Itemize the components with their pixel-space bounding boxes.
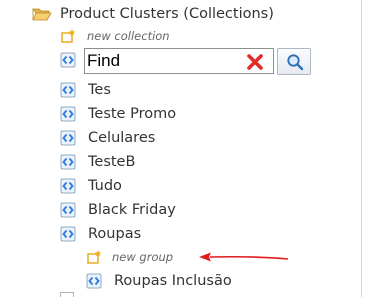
collection-label: Tudo	[88, 178, 122, 194]
collection-item[interactable]: Tudo	[60, 176, 122, 196]
node-icon	[60, 154, 76, 170]
new-item-icon	[60, 28, 76, 44]
collection-item[interactable]: Celulares	[60, 128, 155, 148]
tree-root-item[interactable]: Product Clusters (Collections)	[32, 4, 274, 24]
group-item[interactable]: Roupas Inclusão	[86, 271, 232, 291]
node-icon	[60, 52, 76, 68]
group-item-label: Roupas Inclusão	[114, 273, 232, 289]
collections-tree-panel: Product Clusters (Collections) new colle…	[0, 0, 366, 297]
search-input[interactable]	[87, 51, 237, 71]
collection-item[interactable]: Tes	[60, 80, 111, 100]
collection-label: Tes	[88, 82, 111, 98]
node-icon	[60, 106, 76, 122]
folder-open-icon	[32, 6, 52, 22]
new-group-label: new group	[112, 250, 174, 264]
node-icon	[60, 178, 76, 194]
tree-root-label: Product Clusters (Collections)	[60, 6, 274, 22]
annotation-arrow-icon	[199, 252, 289, 262]
collection-item[interactable]: Teste Promo	[60, 104, 176, 124]
collection-item[interactable]: Black Friday	[60, 200, 176, 220]
partial-node-icon	[60, 292, 74, 297]
collection-item[interactable]: Roupas	[60, 224, 141, 244]
collection-label: Teste Promo	[88, 106, 177, 122]
node-icon	[60, 202, 76, 218]
collection-label: Celulares	[88, 130, 156, 146]
node-icon	[60, 226, 76, 242]
find-button[interactable]	[277, 48, 311, 75]
new-collection-item[interactable]: new collection	[60, 26, 170, 46]
clear-x-icon[interactable]	[246, 53, 264, 71]
collection-label: Black Friday	[88, 202, 176, 218]
new-item-icon	[86, 249, 102, 265]
collection-item[interactable]: TesteB	[60, 152, 135, 172]
magnifier-icon	[287, 54, 304, 71]
new-collection-label: new collection	[87, 29, 170, 43]
node-icon	[60, 130, 76, 146]
node-icon	[86, 273, 102, 289]
new-group-item[interactable]: new group	[86, 247, 173, 267]
collection-label: TesteB	[88, 154, 136, 170]
collection-label: Roupas	[88, 226, 142, 242]
node-icon	[60, 82, 76, 98]
panel-divider	[361, 0, 362, 297]
